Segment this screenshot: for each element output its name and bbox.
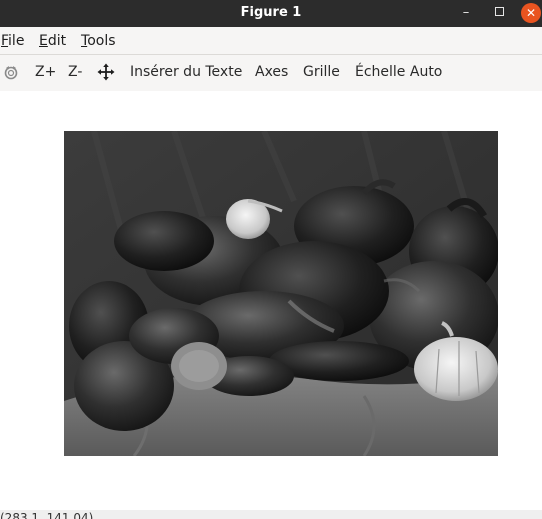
insert-text-button[interactable]: Insérer du Texte: [130, 63, 242, 81]
menubar: File Edit Tools: [0, 27, 542, 55]
close-button[interactable]: ✕: [521, 3, 541, 23]
autoscale-button[interactable]: Échelle Auto: [355, 63, 442, 81]
statusbar: (283.1, 141.04): [0, 510, 542, 519]
zoom-in-button[interactable]: Z+: [35, 63, 56, 81]
minimize-button[interactable]: –: [453, 0, 479, 27]
axes-button[interactable]: Axes: [255, 63, 288, 81]
window-titlebar: Figure 1 – ✕: [0, 0, 542, 27]
maximize-button[interactable]: [486, 0, 512, 27]
pan-button[interactable]: [97, 63, 115, 85]
figure-toolbar: Z+ Z- Insérer du Texte Axes Grille Échel…: [0, 55, 542, 91]
maximize-icon: [494, 7, 504, 16]
pan-arrows-icon: [97, 63, 115, 81]
figure-image[interactable]: [64, 129, 499, 457]
rotate-icon: [4, 66, 18, 80]
cursor-coordinates: (283.1, 141.04): [0, 511, 94, 519]
grid-button[interactable]: Grille: [303, 63, 340, 81]
menu-tools[interactable]: Tools: [81, 32, 116, 50]
menu-file[interactable]: File: [1, 32, 24, 50]
menu-edit[interactable]: Edit: [39, 32, 66, 50]
close-icon: ✕: [525, 6, 537, 20]
zoom-out-button[interactable]: Z-: [68, 63, 82, 81]
rotate-button[interactable]: [2, 63, 20, 85]
peppers-image: [64, 129, 499, 457]
